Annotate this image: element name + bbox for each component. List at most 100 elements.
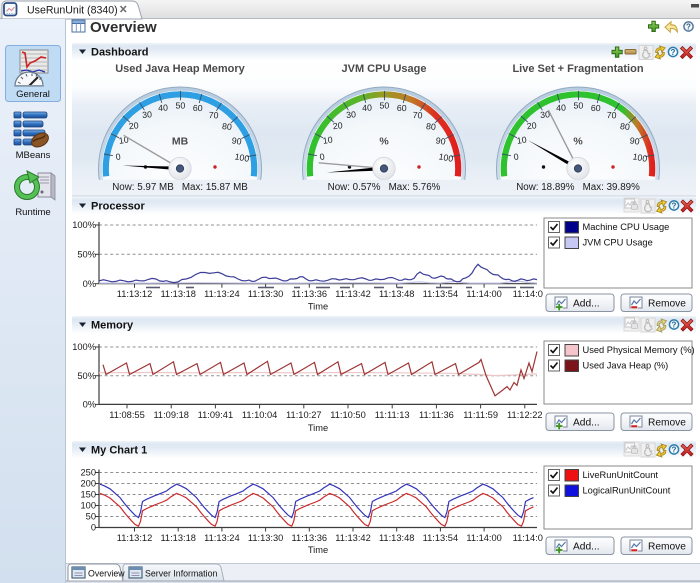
svg-text:50: 50 bbox=[175, 100, 185, 110]
svg-text:Remove: Remove bbox=[648, 299, 686, 310]
svg-text:100: 100 bbox=[80, 501, 96, 511]
svg-text:Remove: Remove bbox=[648, 418, 686, 429]
svg-text:?: ? bbox=[686, 22, 691, 31]
svg-text:11:13:30: 11:13:30 bbox=[248, 289, 284, 299]
svg-text:?: ? bbox=[671, 48, 676, 57]
svg-text:11:11:13: 11:11:13 bbox=[375, 410, 410, 420]
svg-text:?: ? bbox=[672, 445, 677, 454]
svg-text:10: 10 bbox=[322, 135, 333, 146]
svg-text:Used Java Heap Memory: Used Java Heap Memory bbox=[115, 63, 245, 75]
svg-text:Now: 0.57% Max: 5.76%: Now: 0.57% Max: 5.76% bbox=[328, 182, 441, 193]
svg-text:40: 40 bbox=[556, 103, 566, 113]
svg-text:50: 50 bbox=[573, 100, 583, 110]
svg-text:Machine CPU Usage: Machine CPU Usage bbox=[583, 222, 670, 232]
svg-text:Dashboard: Dashboard bbox=[91, 47, 148, 59]
svg-text:11:13:54: 11:13:54 bbox=[423, 533, 459, 543]
svg-text:11:11:59: 11:11:59 bbox=[463, 410, 498, 420]
svg-text:70: 70 bbox=[606, 110, 617, 121]
svg-text:20: 20 bbox=[332, 120, 343, 131]
svg-text:JVM CPU Usage: JVM CPU Usage bbox=[583, 238, 653, 248]
svg-text:11:13:24: 11:13:24 bbox=[204, 289, 240, 299]
svg-text:11:10:50: 11:10:50 bbox=[330, 410, 366, 420]
svg-text:11:10:27: 11:10:27 bbox=[286, 410, 322, 420]
svg-text:30: 30 bbox=[346, 109, 357, 120]
svg-text:MB: MB bbox=[172, 136, 189, 148]
svg-text:Time: Time bbox=[308, 302, 328, 312]
svg-text:11:13:42: 11:13:42 bbox=[335, 289, 371, 299]
svg-text:11:14:00: 11:14:00 bbox=[466, 289, 502, 299]
svg-text:Used Physical Memory (%): Used Physical Memory (%) bbox=[583, 345, 695, 355]
svg-text:%: % bbox=[573, 136, 583, 148]
svg-text:0%: 0% bbox=[83, 400, 96, 410]
svg-text:Remove: Remove bbox=[648, 542, 686, 553]
svg-text:50: 50 bbox=[379, 100, 389, 110]
svg-text:10: 10 bbox=[118, 135, 129, 146]
svg-text:11:13:48: 11:13:48 bbox=[379, 533, 415, 543]
svg-text:General: General bbox=[16, 89, 50, 100]
svg-text:11:13:36: 11:13:36 bbox=[292, 533, 328, 543]
svg-text:Server Information: Server Information bbox=[145, 569, 217, 579]
svg-text:11:13:48: 11:13:48 bbox=[379, 289, 415, 299]
svg-text:11:13:54: 11:13:54 bbox=[423, 289, 459, 299]
svg-text:70: 70 bbox=[412, 110, 423, 121]
svg-text:Add...: Add... bbox=[573, 418, 600, 429]
svg-text:Processor: Processor bbox=[91, 201, 146, 213]
svg-text:Add...: Add... bbox=[573, 542, 600, 553]
svg-text:Live Set + Fragmentation: Live Set + Fragmentation bbox=[512, 63, 643, 75]
svg-text:100%: 100% bbox=[72, 220, 96, 230]
svg-text:60: 60 bbox=[193, 103, 203, 113]
svg-text:11:08:55: 11:08:55 bbox=[109, 410, 145, 420]
svg-text:10: 10 bbox=[516, 135, 527, 146]
svg-text:LiveRunUnitCount: LiveRunUnitCount bbox=[583, 470, 659, 480]
svg-text:50%: 50% bbox=[77, 250, 96, 260]
svg-text:11:10:04: 11:10:04 bbox=[242, 410, 278, 420]
svg-text:200: 200 bbox=[80, 479, 96, 489]
svg-text:50: 50 bbox=[86, 512, 96, 522]
svg-text:Used Java Heap (%): Used Java Heap (%) bbox=[583, 361, 669, 371]
svg-text:11:14:0: 11:14:0 bbox=[513, 289, 543, 299]
svg-text:150: 150 bbox=[80, 490, 96, 500]
svg-text:Add...: Add... bbox=[573, 299, 600, 310]
svg-text:?: ? bbox=[672, 201, 677, 210]
svg-text:Overview: Overview bbox=[88, 569, 125, 579]
svg-text:11:13:42: 11:13:42 bbox=[335, 533, 371, 543]
svg-text:Now: 5.97 MB Max: 15.87 MB: Now: 5.97 MB Max: 15.87 MB bbox=[112, 182, 248, 193]
svg-text:11:13:18: 11:13:18 bbox=[160, 533, 196, 543]
svg-text:90: 90 bbox=[231, 135, 242, 146]
svg-text:80: 80 bbox=[221, 121, 232, 132]
svg-text:LogicalRunUnitCount: LogicalRunUnitCount bbox=[583, 486, 671, 496]
svg-text:90: 90 bbox=[435, 135, 446, 146]
svg-text:11:13:12: 11:13:12 bbox=[117, 289, 153, 299]
svg-text:11:09:41: 11:09:41 bbox=[198, 410, 234, 420]
svg-text:11:09:18: 11:09:18 bbox=[153, 410, 189, 420]
svg-text:UseRunUnit (8340): UseRunUnit (8340) bbox=[27, 5, 118, 17]
svg-text:11:13:24: 11:13:24 bbox=[204, 533, 240, 543]
svg-text:11:13:36: 11:13:36 bbox=[292, 289, 328, 299]
svg-text:Time: Time bbox=[308, 423, 328, 433]
svg-text:40: 40 bbox=[158, 103, 168, 113]
svg-text:Now: 18.89% Max: 39.89%: Now: 18.89% Max: 39.89% bbox=[516, 182, 640, 193]
svg-text:11:13:30: 11:13:30 bbox=[248, 533, 284, 543]
svg-text:60: 60 bbox=[591, 103, 601, 113]
svg-text:11:12:22: 11:12:22 bbox=[507, 410, 543, 420]
svg-text:250: 250 bbox=[80, 468, 96, 478]
svg-text:60: 60 bbox=[397, 103, 407, 113]
svg-text:80: 80 bbox=[619, 121, 630, 132]
svg-text:40: 40 bbox=[362, 103, 372, 113]
svg-text:70: 70 bbox=[208, 110, 219, 121]
svg-text:20: 20 bbox=[526, 120, 537, 131]
svg-text:%: % bbox=[379, 136, 389, 148]
svg-text:Memory: Memory bbox=[91, 320, 134, 332]
svg-text:90: 90 bbox=[629, 135, 640, 146]
svg-text:30: 30 bbox=[142, 109, 153, 120]
svg-text:Time: Time bbox=[308, 545, 328, 555]
svg-text:JVM CPU Usage: JVM CPU Usage bbox=[342, 63, 427, 75]
svg-text:20: 20 bbox=[128, 120, 139, 131]
svg-text:11:14:00: 11:14:00 bbox=[466, 533, 502, 543]
svg-text:My Chart 1: My Chart 1 bbox=[91, 445, 147, 457]
svg-text:0%: 0% bbox=[83, 279, 96, 289]
svg-text:80: 80 bbox=[425, 121, 436, 132]
svg-text:0: 0 bbox=[91, 523, 96, 533]
svg-text:50%: 50% bbox=[77, 371, 96, 381]
svg-text:11:14:0: 11:14:0 bbox=[513, 533, 543, 543]
